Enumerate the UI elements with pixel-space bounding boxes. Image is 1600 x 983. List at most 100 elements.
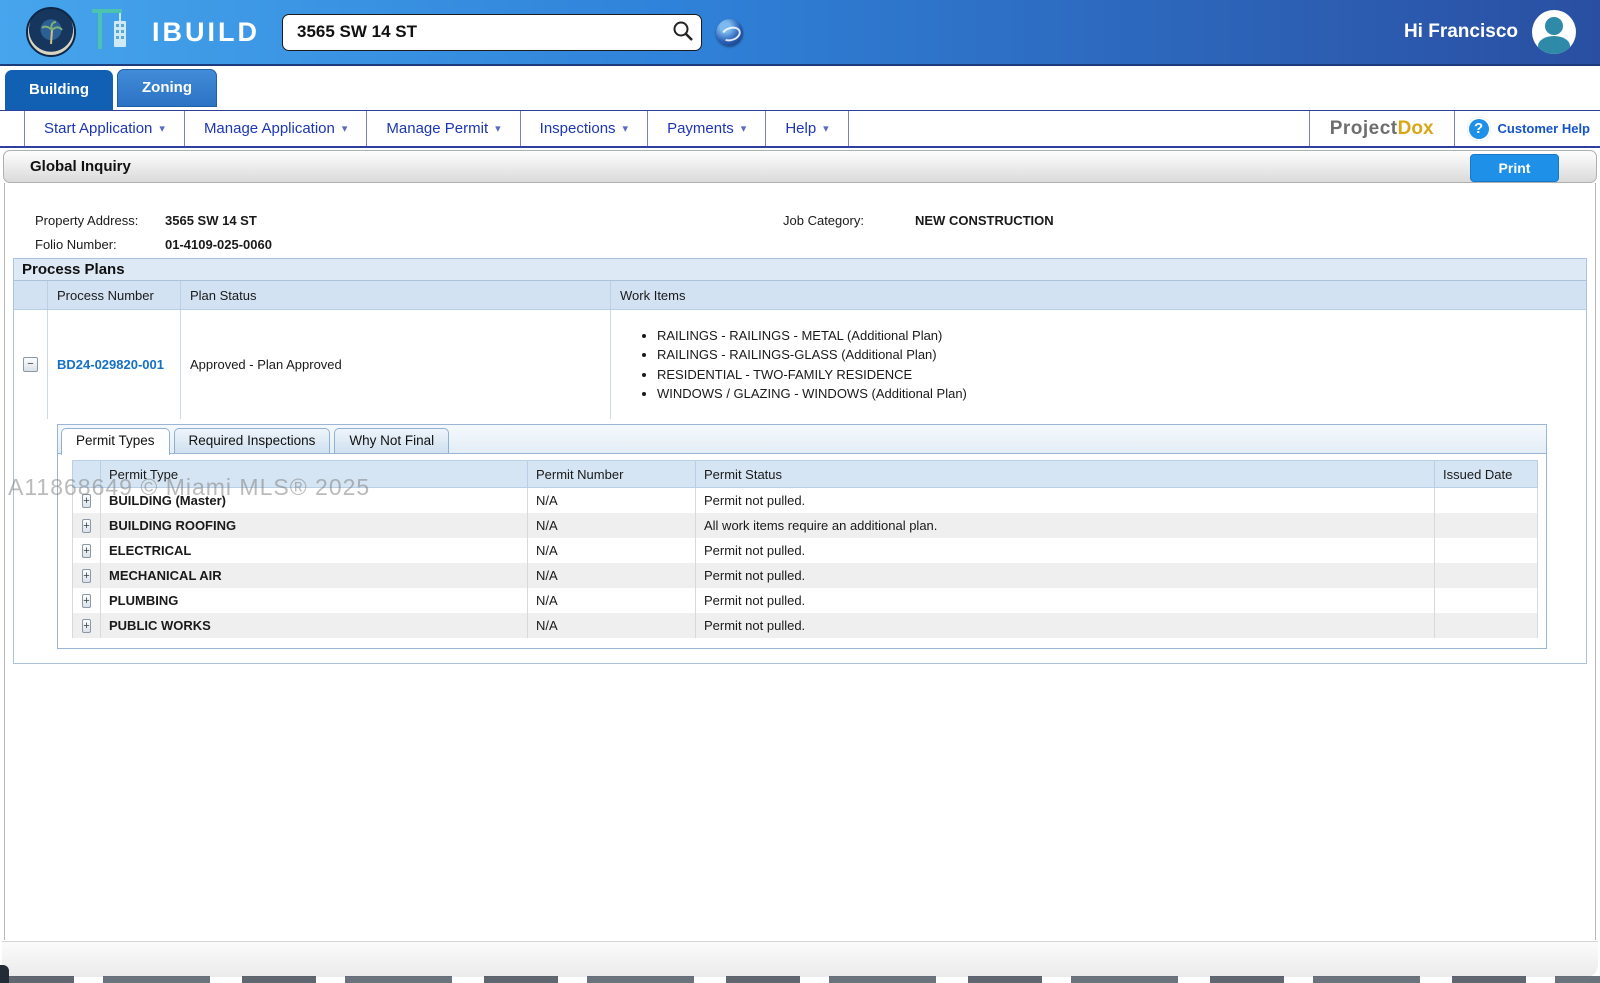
expand-icon[interactable]: + <box>82 544 90 558</box>
main-tab-strip: BuildingZoning <box>0 66 1600 110</box>
chevron-down-icon: ▾ <box>495 122 501 135</box>
process-header-spacer <box>14 281 47 309</box>
menu-item-label: Manage Application <box>204 120 335 137</box>
issued-date-cell <box>1435 613 1538 638</box>
work-item: RAILINGS - RAILINGS-GLASS (Additional Pl… <box>657 345 967 365</box>
tab-required-inspections[interactable]: Required Inspections <box>174 428 331 453</box>
tab-permit-types[interactable]: Permit Types <box>61 428 170 455</box>
expand-icon[interactable]: + <box>82 519 90 533</box>
work-item: RAILINGS - RAILINGS - METAL (Additional … <box>657 326 967 346</box>
menu-right-cluster: ProjectDox ? Customer Help <box>1309 111 1600 146</box>
menu-item-manage-application[interactable]: Manage Application▾ <box>185 111 367 146</box>
process-column-header: Work Items <box>610 281 1586 309</box>
expanded-detail-area: Permit TypesRequired InspectionsWhy Not … <box>14 419 1586 663</box>
menu-item-label: Manage Permit <box>386 120 488 137</box>
print-button[interactable]: Print <box>1470 154 1559 182</box>
menu-item-label: Start Application <box>44 120 152 137</box>
permit-status-cell: Permit not pulled. <box>696 563 1435 588</box>
permit-type-cell: PUBLIC WORKS <box>101 613 528 638</box>
property-summary: Property Address: 3565 SW 14 ST Folio Nu… <box>5 183 1595 258</box>
permit-status-cell: Permit not pulled. <box>696 588 1435 613</box>
tab-building[interactable]: Building <box>5 70 113 110</box>
projectdox-link[interactable]: ProjectDox <box>1309 111 1454 146</box>
menu-item-manage-permit[interactable]: Manage Permit ▾ <box>367 111 520 146</box>
brand-title: IBUILD <box>152 17 260 48</box>
permit-row: +PUBLIC WORKSN/APermit not pulled. <box>73 613 1538 638</box>
process-number-link[interactable]: BD24-029820-001 <box>57 357 164 372</box>
bottom-left-corner <box>0 965 9 983</box>
permit-row: +BUILDING (Master)N/APermit not pulled. <box>73 488 1538 513</box>
permit-expand-cell: + <box>73 563 101 588</box>
issued-date-cell <box>1435 538 1538 563</box>
permit-number-cell: N/A <box>528 613 696 638</box>
issued-date-cell <box>1435 563 1538 588</box>
question-mark-icon: ? <box>1467 117 1491 141</box>
permit-row: +BUILDING ROOFINGN/AAll work items requi… <box>73 513 1538 538</box>
projectdox-label-part1: Project <box>1330 118 1398 140</box>
permit-column-header: Issued Date <box>1435 461 1538 488</box>
permit-number-cell: N/A <box>528 563 696 588</box>
collapse-icon[interactable]: − <box>23 357 38 372</box>
permit-row: + MECHANICAL AIRN/APermit not pulled. <box>73 563 1538 588</box>
permit-types-table: Permit TypePermit NumberPermit StatusIss… <box>72 460 1538 638</box>
menu-item-label: Help <box>785 120 816 137</box>
expand-icon[interactable]: + <box>82 619 90 633</box>
permit-type-cell: MECHANICAL AIR <box>101 563 528 588</box>
permit-column-header: Permit Type <box>101 461 528 488</box>
work-items-list: RAILINGS - RAILINGS - METAL (Additional … <box>620 326 967 404</box>
process-plans-title: Process Plans <box>14 259 1586 281</box>
plan-status-cell: Approved - Plan Approved <box>180 310 610 419</box>
permit-row: +ELECTRICALN/APermit not pulled. <box>73 538 1538 563</box>
search-button[interactable] <box>668 18 698 47</box>
process-plans-section: Process Plans Process NumberPlan StatusW… <box>13 258 1587 664</box>
chevron-down-icon: ▾ <box>623 122 629 135</box>
permit-number-cell: N/A <box>528 488 696 513</box>
process-plans-header-row: Process NumberPlan StatusWork Items <box>14 281 1586 309</box>
process-column-header: Plan Status <box>180 281 610 309</box>
address-search <box>282 14 702 51</box>
permit-number-cell: N/A <box>528 513 696 538</box>
folio-number-label: Folio Number: <box>35 237 165 252</box>
property-address-value: 3565 SW 14 ST <box>165 213 257 228</box>
avatar[interactable] <box>1532 10 1576 54</box>
city-of-miami-seal-icon <box>26 7 76 57</box>
permit-expand-cell: + <box>73 488 101 513</box>
menu-item-inspections[interactable]: Inspections▾ <box>521 111 648 146</box>
chevron-down-icon: ▾ <box>159 122 165 135</box>
menu-item-payments[interactable]: Payments ▾ <box>648 111 766 146</box>
permit-type-cell: BUILDING (Master) <box>101 488 528 513</box>
issued-date-cell <box>1435 513 1538 538</box>
page-bottom-strip <box>2 941 1598 977</box>
page-title-bar: Global Inquiry Print <box>3 150 1597 183</box>
app-header: IBUILD Hi Francisco <box>0 0 1600 66</box>
expand-icon[interactable]: + <box>82 494 90 508</box>
permit-type-cell: ELECTRICAL <box>101 538 528 563</box>
search-input[interactable] <box>282 14 702 51</box>
permit-expand-cell: + <box>73 513 101 538</box>
page-title: Global Inquiry <box>30 158 131 175</box>
globe-icon[interactable] <box>716 19 743 46</box>
customer-help-link[interactable]: ? Customer Help <box>1454 111 1600 146</box>
process-plan-row: − BD24-029820-001 Approved - Plan Approved… <box>14 309 1586 419</box>
content-area: Property Address: 3565 SW 14 ST Folio Nu… <box>4 183 1596 940</box>
search-icon <box>672 20 694 42</box>
projectdox-label-part2: Dox <box>1398 118 1434 140</box>
expand-icon[interactable]: + <box>82 569 90 583</box>
palm-tree-icon <box>41 20 63 46</box>
issued-date-cell <box>1435 488 1538 513</box>
menu-item-help[interactable]: Help▾ <box>766 111 848 146</box>
property-address-label: Property Address: <box>35 213 165 228</box>
permit-header-spacer <box>73 461 101 488</box>
menu-item-start-application[interactable]: Start Application ▾ <box>24 111 185 146</box>
work-item: RESIDENTIAL - TWO-FAMILY RESIDENCE <box>657 365 967 385</box>
taskbar-sliver <box>0 976 1600 983</box>
process-number-cell: BD24-029820-001 <box>47 310 180 419</box>
expand-icon[interactable]: + <box>82 594 90 608</box>
menu-item-label: Payments <box>667 120 734 137</box>
permit-expand-cell: + <box>73 613 101 638</box>
job-category-value: NEW CONSTRUCTION <box>915 213 1054 228</box>
process-collapse-cell: − <box>14 310 47 419</box>
tab-zoning[interactable]: Zoning <box>117 69 217 107</box>
chevron-down-icon: ▾ <box>741 122 747 135</box>
tab-why-not-final[interactable]: Why Not Final <box>334 428 449 453</box>
